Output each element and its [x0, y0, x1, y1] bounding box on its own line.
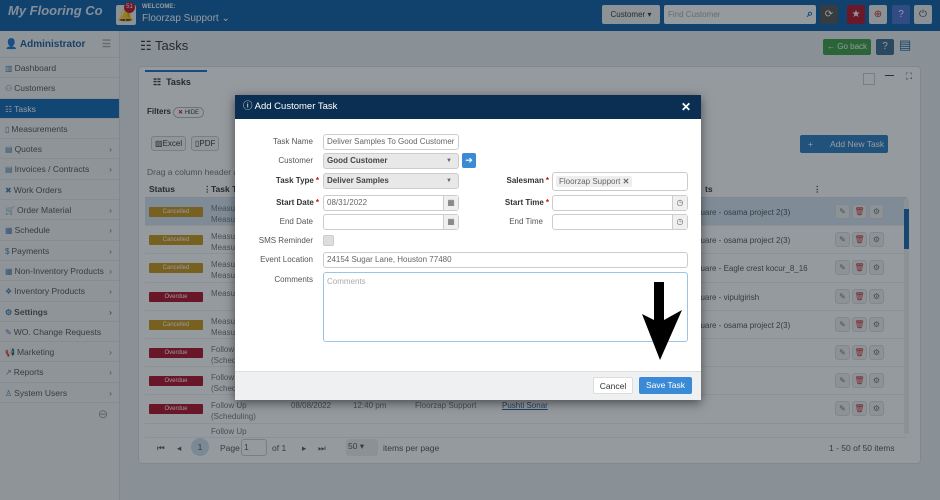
close-icon[interactable]: ✕	[681, 95, 691, 119]
calendar-icon[interactable]: ▦	[443, 196, 458, 210]
go-to-customer-icon[interactable]: ➔	[462, 153, 476, 168]
help-circle-icon: ⓘ	[243, 101, 253, 112]
clock-icon[interactable]: ◷	[672, 196, 687, 210]
modal-header: ⓘ Add Customer Task ✕	[235, 95, 701, 119]
modal-footer: Cancel Save Task	[235, 371, 701, 400]
customer-select[interactable]: Good Customer	[323, 153, 459, 169]
sms-reminder-label: SMS Reminder	[258, 236, 313, 245]
event-location-input[interactable]: 24154 Sugar Lane, Houston 77480	[323, 252, 688, 268]
arrow-down-icon	[642, 282, 682, 360]
save-task-button[interactable]: Save Task	[639, 377, 692, 394]
remove-tag-icon[interactable]: ✕	[623, 177, 630, 186]
customer-label: Customer	[278, 156, 313, 165]
modal-title: Add Customer Task	[254, 101, 338, 112]
salesman-input[interactable]: Floorzap Support ✕	[552, 172, 688, 191]
salesman-label: Salesman	[485, 176, 549, 185]
end-time-label: End Time	[509, 217, 543, 226]
add-customer-task-modal: ⓘ Add Customer Task ✕ Task Name Deliver S…	[235, 95, 701, 400]
end-time-input[interactable]: ◷	[552, 214, 688, 230]
end-date-label: End Date	[279, 217, 313, 226]
event-location-label: Event Location	[260, 255, 313, 264]
end-date-input[interactable]: ▦	[323, 214, 459, 230]
start-date-value: 08/31/2022	[327, 198, 368, 207]
start-date-label: Start Date	[255, 198, 319, 207]
calendar-icon[interactable]: ▦	[443, 215, 458, 229]
start-time-label: Start Time	[485, 198, 549, 207]
task-name-label: Task Name	[272, 137, 313, 146]
task-name-input[interactable]: Deliver Samples To Good Customer	[323, 134, 459, 150]
task-type-label: Task Type	[255, 176, 319, 185]
start-time-input[interactable]: ◷	[552, 195, 688, 211]
sms-reminder-checkbox[interactable]	[323, 235, 334, 246]
salesman-value: Floorzap Support	[559, 177, 621, 186]
task-type-select[interactable]: Deliver Samples	[323, 173, 459, 189]
salesman-tag: Floorzap Support ✕	[556, 176, 633, 187]
clock-icon[interactable]: ◷	[672, 215, 687, 229]
comments-placeholder: Comments	[327, 277, 366, 286]
comments-textarea[interactable]: Comments	[323, 272, 688, 342]
cancel-button[interactable]: Cancel	[593, 377, 633, 394]
start-date-input[interactable]: 08/31/2022 ▦	[323, 195, 459, 211]
comments-label: Comments	[274, 275, 313, 284]
